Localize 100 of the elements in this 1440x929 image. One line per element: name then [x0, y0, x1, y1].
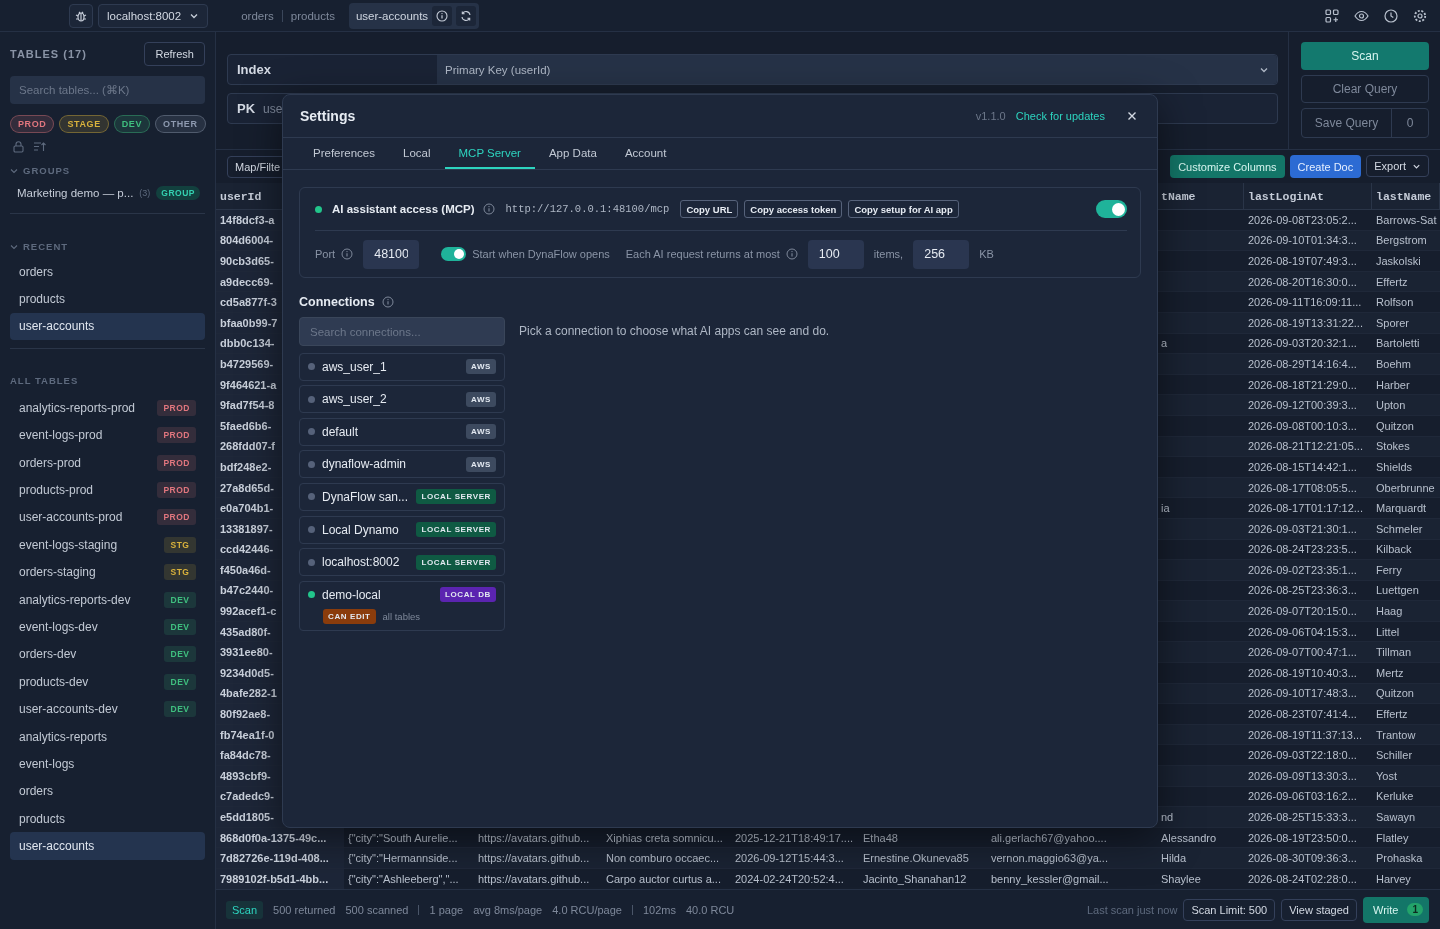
table-cell-text: Bergstrom — [1375, 233, 1428, 249]
table-list-item[interactable]: event-logs-dev DEV — [10, 613, 205, 641]
table-cell-text: Stokes — [1375, 439, 1411, 455]
environment-filter-chip[interactable]: DEV — [113, 115, 151, 133]
table-tab[interactable]: products — [281, 9, 343, 22]
search-field[interactable]: Search connections... — [299, 317, 505, 346]
info-icon[interactable] — [341, 248, 354, 260]
copy-button[interactable]: Copy setup for AI app — [848, 200, 959, 218]
scan-stat: 4.0 RCU/page — [552, 903, 622, 916]
info-icon[interactable] — [785, 248, 798, 260]
copy-button[interactable]: Copy access token — [744, 200, 843, 218]
table-list-item[interactable]: event-logs-staging STG — [10, 531, 205, 559]
connection-item[interactable]: localhost:8002 LOCAL SERVER — [299, 548, 505, 577]
search-field[interactable]: Search tables... (⌘K) — [10, 76, 205, 104]
table-list-item[interactable]: user-accounts-prod PROD — [10, 503, 205, 532]
info-icon[interactable] — [432, 5, 453, 26]
settings-tab[interactable]: Account — [610, 138, 681, 169]
connection-item[interactable]: Local Dynamo LOCAL SERVER — [299, 515, 505, 544]
connection-item[interactable]: demo-local LOCAL DB CAN EDIT all tables — [299, 580, 505, 631]
size-limit-field[interactable]: 256 — [913, 239, 970, 269]
connection-item[interactable]: DynaFlow san... LOCAL SERVER — [299, 482, 505, 511]
bug-icon[interactable] — [69, 3, 93, 28]
table-list-item[interactable]: orders-dev DEV — [10, 640, 205, 669]
table-cell-text: https://avatars.github... — [477, 871, 591, 887]
connection-item[interactable]: aws_user_1 AWS — [299, 352, 505, 381]
port-label: Port — [315, 248, 336, 260]
connection-item[interactable]: dynaflow-admin AWS — [299, 450, 505, 479]
mcp-toggle[interactable] — [1096, 200, 1127, 218]
table-list-item[interactable]: products — [10, 805, 205, 833]
eye-icon[interactable] — [1354, 8, 1369, 23]
table-name: event-logs-dev — [19, 620, 98, 634]
view-staged-button[interactable]: View staged — [1281, 898, 1357, 921]
table-list-item[interactable]: orders — [10, 258, 205, 286]
table-list-item[interactable]: user-accounts — [10, 312, 205, 341]
table-name: products-dev — [19, 674, 89, 689]
table-list-item[interactable]: analytics-reports-dev DEV — [10, 585, 205, 614]
column-header[interactable]: lastName — [1372, 183, 1440, 209]
create-doc-button[interactable]: Create Doc — [1289, 155, 1362, 178]
table-list-item[interactable]: user-accounts — [10, 832, 205, 860]
table-list-item[interactable]: event-logs — [10, 750, 205, 778]
clock-icon[interactable] — [1384, 8, 1398, 23]
group-item[interactable]: Marketing demo — p... (3) GROUP — [10, 181, 205, 205]
refresh-button[interactable]: Refresh — [144, 42, 205, 66]
table-list-item[interactable]: analytics-reports-prod PROD — [10, 394, 205, 422]
table-cell-text: vernon.maggio63@ya... — [990, 851, 1109, 867]
index-dropdown[interactable]: Primary Key (userId) — [437, 55, 1277, 84]
chevron-icon[interactable] — [10, 166, 18, 175]
table-list-item[interactable]: products-dev DEV — [10, 668, 205, 696]
settings-tab[interactable]: App Data — [534, 138, 611, 169]
sort-icon[interactable] — [33, 140, 46, 153]
environment-filter-chip[interactable]: STAGE — [59, 115, 109, 133]
refresh-icon[interactable] — [456, 5, 477, 26]
server-url: http://127.0.0.1:48100/mcp — [505, 203, 670, 215]
item-limit-field[interactable]: 100 — [807, 239, 864, 269]
settings-tab[interactable]: Local — [389, 138, 445, 169]
table-cell-text: Ernestine.Okuneva85 — [862, 851, 970, 867]
connection-dropdown[interactable]: localhost:8002 — [98, 3, 209, 28]
table-tab[interactable]: user-accounts — [348, 2, 480, 29]
table-list-item[interactable]: orders-staging STG — [10, 558, 205, 586]
save-query-button[interactable]: Save Query — [1302, 109, 1391, 137]
table-cell-text: Quitzon — [1375, 686, 1415, 702]
autostart-toggle[interactable] — [441, 247, 467, 261]
table-list-item[interactable]: event-logs-prod PROD — [10, 421, 205, 449]
write-count-badge: 1 — [1407, 903, 1423, 916]
copy-button[interactable]: Copy URL — [680, 200, 739, 218]
clear-query-button[interactable]: Clear Query — [1301, 75, 1429, 103]
settings-tab[interactable]: Preferences — [300, 138, 389, 169]
table-list-item[interactable]: analytics-reports — [10, 722, 205, 751]
table-cell-text: {"city":"Ashleeberg","... — [347, 871, 460, 887]
table-cell-text: Flatley — [1375, 830, 1410, 846]
settings-icon[interactable] — [1413, 8, 1427, 23]
customize-columns-button[interactable]: Customize Columns — [1170, 155, 1285, 178]
export-button[interactable]: Export — [1366, 155, 1429, 177]
table-list-item[interactable]: user-accounts-dev DEV — [10, 695, 205, 723]
settings-tab[interactable]: MCP Server — [444, 138, 535, 169]
connection-item[interactable]: default AWS — [299, 417, 505, 446]
info-icon[interactable] — [482, 203, 495, 215]
scan-button[interactable]: Scan — [1301, 42, 1429, 70]
table-list-item[interactable]: products — [10, 285, 205, 313]
apps-icon[interactable] — [1325, 8, 1339, 23]
environment-filter-chip[interactable]: PROD — [10, 115, 55, 133]
table-name: event-logs-staging — [19, 537, 118, 552]
environment-filter-chip[interactable]: OTHER — [155, 115, 206, 133]
connection-item[interactable]: aws_user_2 AWS — [299, 385, 505, 414]
write-button[interactable]: Write 1 — [1362, 896, 1429, 923]
scan-limit-button[interactable]: Scan Limit: 500 — [1183, 898, 1276, 921]
table-tab[interactable]: orders — [233, 9, 282, 22]
table-cell-text: 2026-08-18T21:29:0... — [1247, 377, 1358, 393]
table-cell-text: ia — [1160, 501, 1171, 517]
table-cell-text: Effertz — [1375, 707, 1409, 723]
lock-icon[interactable] — [12, 140, 25, 153]
table-list-item[interactable]: orders-prod PROD — [10, 448, 205, 477]
port-field[interactable]: 48100 — [363, 239, 420, 269]
table-cell-text: 2026-09-06T04:15:3... — [1247, 624, 1358, 640]
table-list-item[interactable]: products-prod PROD — [10, 476, 205, 504]
column-header[interactable]: lastLoginAt — [1244, 183, 1372, 209]
chevron-icon[interactable] — [10, 242, 18, 251]
scan-stat: 102ms — [642, 903, 676, 916]
table-list-item[interactable]: orders — [10, 777, 205, 806]
info-icon[interactable] — [381, 296, 394, 308]
